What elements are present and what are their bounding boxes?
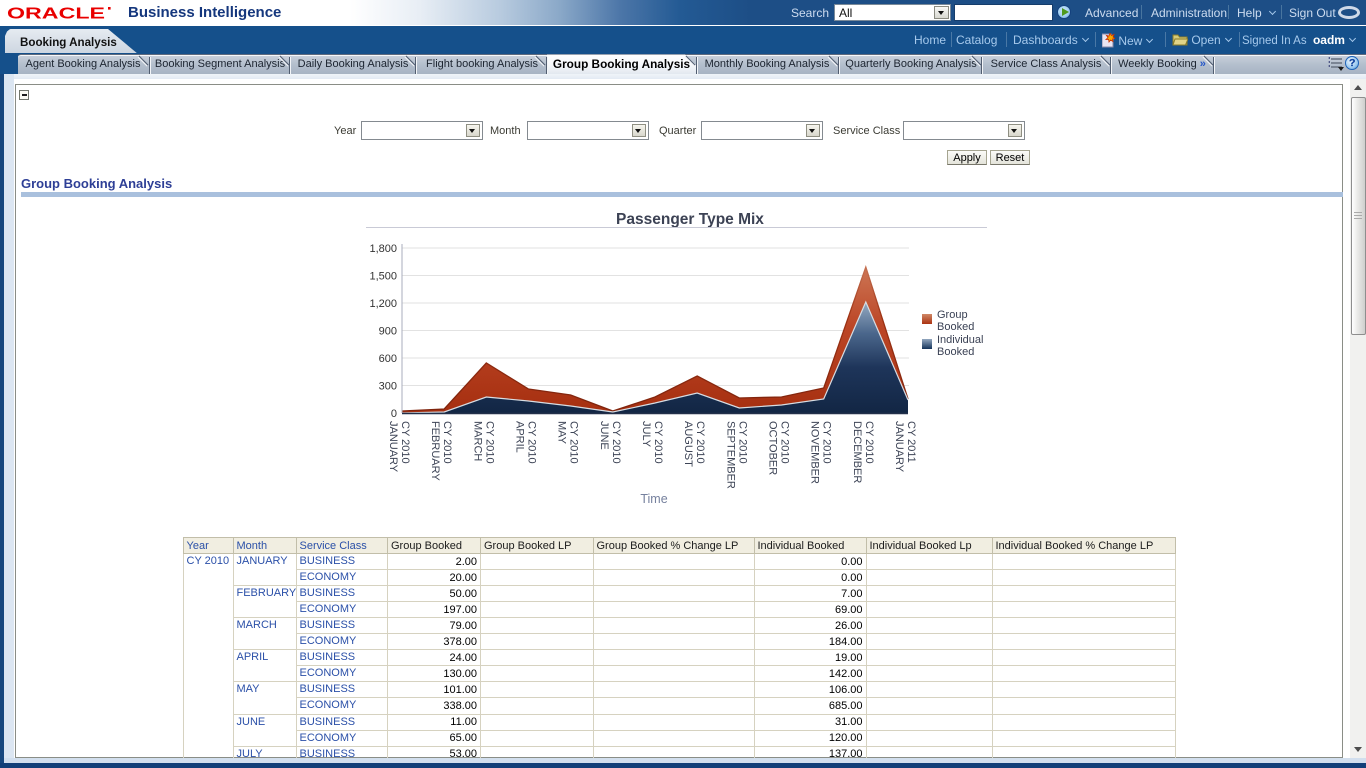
svg-text:NOVEMBER: NOVEMBER [809,421,821,484]
svg-text:JUNE: JUNE [598,421,610,450]
svg-text:CY 2010: CY 2010 [821,421,833,464]
svg-text:MARCH: MARCH [471,421,483,461]
svg-text:Booked: Booked [937,321,974,333]
svg-text:CY 2010: CY 2010 [526,421,538,464]
svg-text:MAY: MAY [556,421,568,445]
svg-text:900: 900 [379,326,397,338]
svg-text:CY 2010: CY 2010 [399,421,411,464]
svg-text:Group: Group [937,309,968,321]
svg-text:APRIL: APRIL [514,421,526,453]
svg-text:JANUARY: JANUARY [387,421,399,473]
svg-text:CY 2010: CY 2010 [483,421,495,464]
svg-text:ORACLE: ORACLE [7,6,105,23]
svg-text:1,800: 1,800 [369,243,397,255]
svg-text:1,200: 1,200 [369,298,397,310]
svg-text:DECEMBER: DECEMBER [851,421,863,483]
svg-text:CY 2010: CY 2010 [610,421,622,464]
svg-text:CY 2010: CY 2010 [652,421,664,464]
svg-text:600: 600 [379,353,397,365]
svg-text:CY 2010: CY 2010 [779,421,791,464]
svg-text:Time: Time [640,492,667,506]
svg-text:FEBRUARY: FEBRUARY [429,421,441,481]
svg-text:JULY: JULY [640,421,652,448]
svg-text:CY 2010: CY 2010 [736,421,748,464]
svg-text:300: 300 [379,381,397,393]
svg-text:SEPTEMBER: SEPTEMBER [724,421,736,489]
svg-text:CY 2010: CY 2010 [694,421,706,464]
svg-text:CY 2011: CY 2011 [905,421,917,463]
svg-text:CY 2010: CY 2010 [568,421,580,464]
svg-text:CY 2010: CY 2010 [863,421,875,464]
svg-text:JANUARY: JANUARY [893,421,905,473]
svg-text:Individual: Individual [937,334,983,346]
svg-text:Booked: Booked [937,346,974,358]
svg-text:OCTOBER: OCTOBER [767,421,779,475]
svg-text:1,500: 1,500 [369,271,397,283]
svg-text:0: 0 [391,408,397,420]
svg-text:AUGUST: AUGUST [682,421,694,467]
svg-text:CY 2010: CY 2010 [441,421,453,464]
svg-text:Passenger Type Mix: Passenger Type Mix [616,211,764,228]
